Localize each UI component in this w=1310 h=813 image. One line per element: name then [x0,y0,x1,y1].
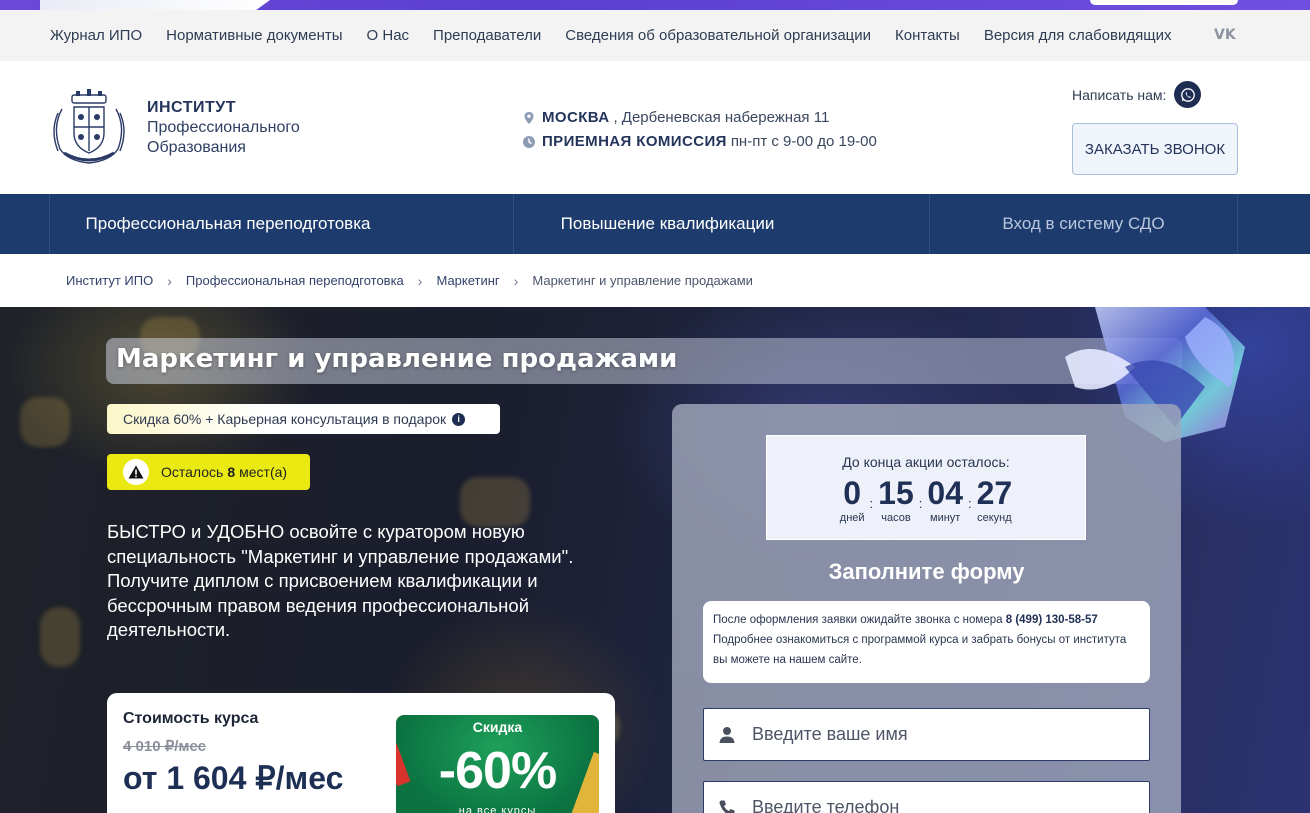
form-note: После оформления заявки ожидайте звонка … [703,601,1150,683]
course-title: Маркетинг и управление продажами [116,344,678,374]
places-suffix: мест(а) [239,464,288,480]
new-price: от 1 604 ₽/мес [123,760,344,796]
timer-hours-unit: часов [881,512,911,524]
order-call-button[interactable]: ЗАКАЗАТЬ ЗВОНОК [1072,123,1238,175]
top-promo-strip [0,0,1310,10]
breadcrumb-retraining[interactable]: Профессиональная переподготовка [186,273,404,288]
warning-icon [123,459,149,485]
price-label: Стоимость курса [123,710,259,727]
brand-line-3: Образования [147,139,246,156]
note-text: После оформления заявки ожидайте звонка … [713,614,1006,626]
remaining-places-badge: Осталось 8 мест(а) [107,454,310,490]
timer-hours-value: 15 [878,475,914,511]
chevron-right-icon: › [417,272,423,289]
discount-badge-text: Скидка 60% + Карьерная консультация в по… [123,411,447,427]
top-nav-about[interactable]: О Нас [367,27,410,44]
note-phone[interactable]: 8 (499) 130-58-57 [1006,614,1098,626]
user-icon [719,726,735,743]
main-nav-qualification[interactable]: Повышение квалификации [513,194,821,254]
timer-units: 0 дней : 15 часов : 04 минут : 27 секунд [767,474,1085,524]
office-hours-row: ПРИЕМНАЯ КОМИССИЯ пн-пт с 9-00 до 19-00 [522,130,877,154]
info-icon[interactable]: i [452,412,466,426]
top-navigation: Журнал ИПО Нормативные документы О Нас П… [0,10,1310,61]
discount-badge: Скидка 60% + Карьерная консультация в по… [107,404,500,434]
hero-section: Маркетинг и управление продажами Скидка … [0,307,1310,813]
brand-line-1: ИНСТИТУТ [147,99,236,116]
course-lead-text: БЫСТРО и УДОБНО освойте с куратором нову… [107,521,574,640]
countdown-timer: До конца акции осталось: 0 дней : 15 час… [766,435,1086,540]
old-price: 4 010 ₽/мес [123,738,206,755]
breadcrumb-home[interactable]: Институт ИПО [66,273,153,288]
name-input[interactable]: Введите ваше имя [703,708,1150,761]
timer-seconds-value: 27 [976,475,1013,511]
top-nav-contacts[interactable]: Контакты [895,27,960,44]
office-label: ПРИЕМНАЯ КОМИССИЯ [542,133,727,150]
note-text-2: Подробнее ознакомиться с программой курс… [713,634,1127,666]
bokeh-decoration [40,607,80,667]
whatsapp-icon[interactable] [1174,81,1202,108]
timer-minutes-value: 04 [927,475,963,511]
discount-promo-banner: Скидка -60% на все курсы [396,715,599,813]
price-card: Стоимость курса 4 010 ₽/мес от 1 604 ₽/м… [107,693,615,813]
top-nav-teachers[interactable]: Преподаватели [433,27,541,44]
breadcrumb-marketing[interactable]: Маркетинг [436,273,499,288]
phone-input[interactable]: Введите телефон [703,781,1150,813]
chevron-right-icon: › [513,272,519,289]
timer-days-unit: дней [839,512,865,524]
top-nav-accessibility[interactable]: Версия для слабовидящих [984,27,1172,44]
timer-days-value: 0 [843,475,862,511]
timer-minutes: 04 минут [927,474,963,524]
city-label: МОСКВА [542,109,610,126]
places-prefix: Осталось [161,464,224,480]
location-pin-icon [524,112,534,124]
chevron-right-icon: › [167,272,172,289]
site-header: ИНСТИТУТ Профессионального Образования М… [0,61,1310,194]
phone-icon [719,800,735,813]
timer-separator: : [967,496,972,511]
breadcrumb-current: Маркетинг и управление продажами [532,273,753,288]
address-text: , Дербеневская набережная 11 [613,109,830,126]
application-form-panel: До конца акции осталось: 0 дней : 15 час… [672,404,1181,813]
timer-hours: 15 часов [878,474,914,524]
write-us-label: Написать нам: [1072,86,1167,103]
main-nav-retraining[interactable]: Профессиональная переподготовка [49,194,406,254]
address-row: МОСКВА, Дербеневская набережная 11 [522,106,877,130]
timer-seconds: 27 секунд [977,474,1013,524]
form-title: Заполните форму [828,559,1025,584]
timer-minutes-unit: минут [930,512,961,524]
name-input-placeholder: Введите ваше имя [752,724,908,744]
timer-days: 0 дней [840,474,865,524]
phone-input-placeholder: Введите телефон [752,797,900,813]
main-navigation: Профессиональная переподготовка Повышени… [0,194,1310,254]
promo-value: -60% [438,742,557,800]
course-title-bar: Маркетинг и управление продажами [106,338,1182,384]
top-nav-journal[interactable]: Журнал ИПО [50,27,142,44]
bokeh-decoration [20,397,70,447]
timer-separator: : [869,496,874,511]
promo-subtitle: на все курсы [458,805,537,813]
timer-separator: : [918,496,923,511]
vk-icon[interactable]: VK [1214,27,1236,43]
places-count: 8 [227,464,236,480]
top-nav-organization-info[interactable]: Сведения об образовательной организации [565,27,871,44]
promo-strip-button[interactable] [1090,0,1238,5]
promo-strip-image [40,0,270,10]
clock-icon [523,136,535,148]
office-hours-text: пн-пт с 9-00 до 19-00 [730,133,877,150]
timer-seconds-unit: секунд [977,512,1012,524]
brand-name[interactable]: ИНСТИТУТ Профессионального Образования [147,98,300,158]
timer-caption: До конца акции осталось: [842,454,1010,470]
top-nav-documents[interactable]: Нормативные документы [166,27,342,44]
contact-info: МОСКВА, Дербеневская набережная 11 ПРИЕМ… [522,106,877,154]
write-us: Написать нам: [1072,81,1202,108]
brand-line-2: Профессионального [147,119,300,136]
promo-title: Скидка [472,719,523,735]
main-nav-lms-login[interactable]: Вход в систему СДО [929,194,1238,254]
breadcrumb: Институт ИПО › Профессиональная переподг… [0,254,1310,307]
institute-crest-logo[interactable] [48,87,130,167]
